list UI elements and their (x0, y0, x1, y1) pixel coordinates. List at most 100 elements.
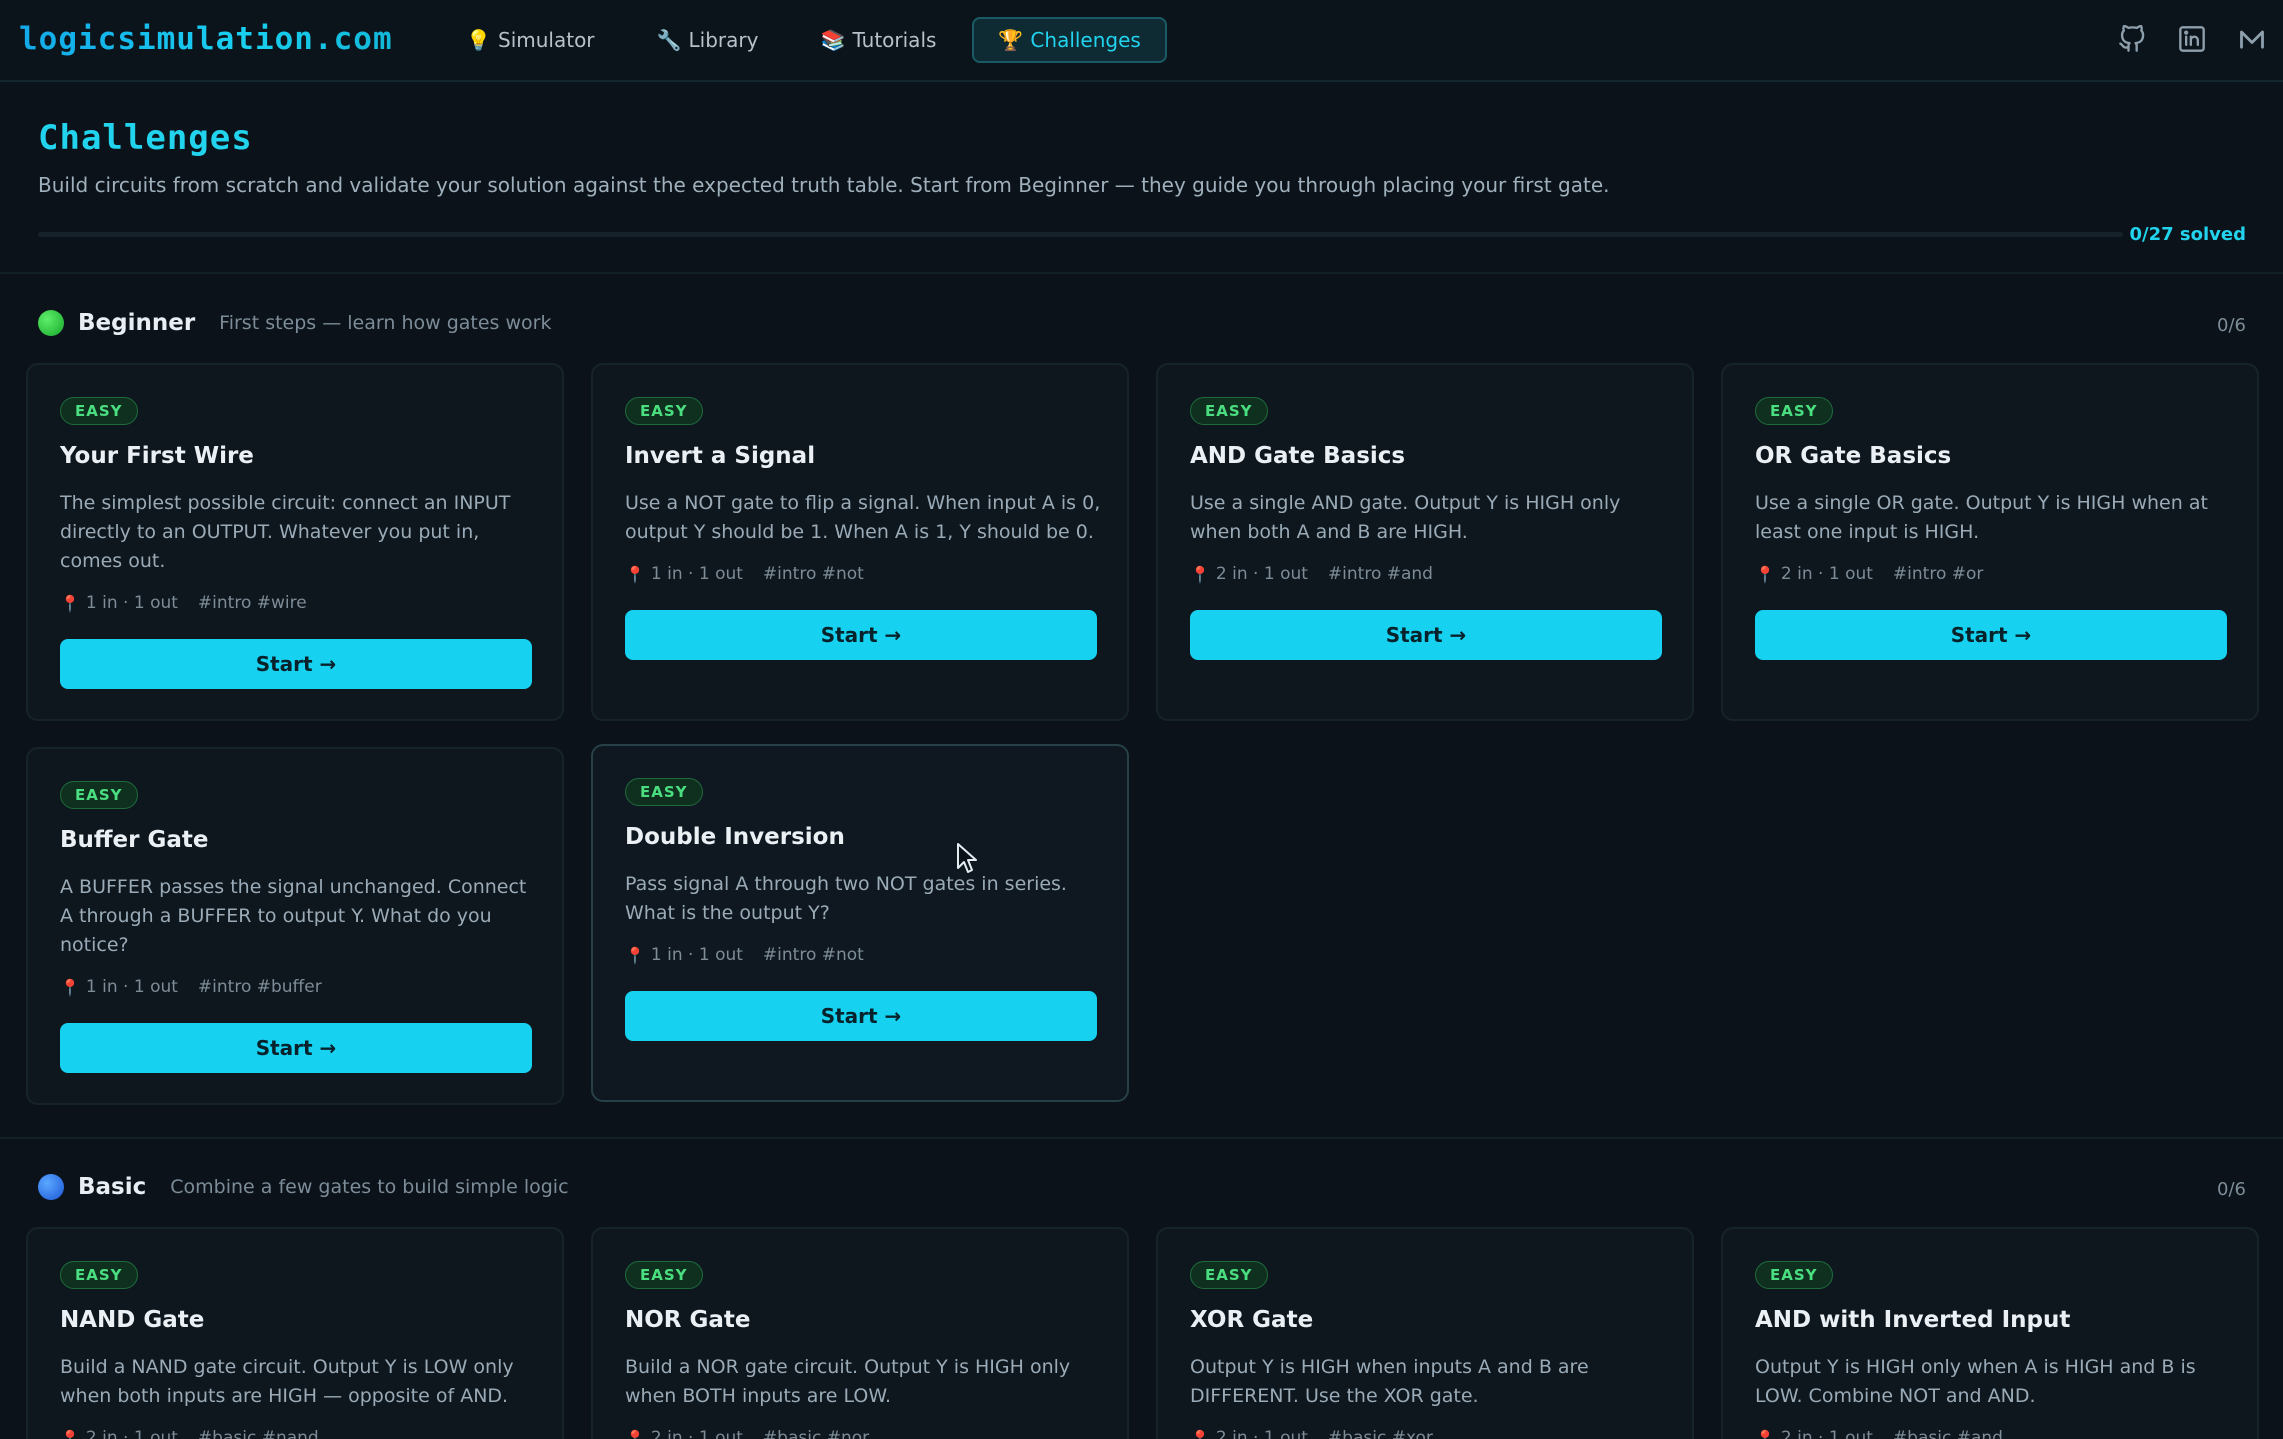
challenge-meta: 📍 1 in · 1 out #intro #buffer (60, 977, 322, 997)
main-nav: 💡 Simulator 🔧 Library 📚 Tutorials 🏆 Chal… (440, 17, 1167, 63)
pin-icon: 📍 (1190, 1428, 1210, 1439)
io-count: 1 in · 1 out (85, 977, 178, 997)
blue-dot-icon (38, 1174, 64, 1200)
challenge-description: A BUFFER passes the signal unchanged. Co… (60, 876, 527, 956)
challenge-card: EASY AND with Inverted Input Output Y is… (1721, 1227, 2259, 1439)
start-button[interactable]: Start → (1755, 610, 2227, 660)
start-button[interactable]: Start → (60, 1023, 532, 1073)
challenge-card: EASY Double Inversion Pass signal A thro… (591, 744, 1129, 1102)
challenge-meta: 📍 1 in · 1 out #intro #wire (60, 593, 307, 613)
challenge-tags: #intro #or (1892, 564, 1984, 584)
challenge-tags: #basic #and (1892, 1428, 2003, 1439)
pin-icon: 📍 (60, 1428, 80, 1439)
start-button[interactable]: Start → (625, 610, 1097, 660)
nav-simulator[interactable]: 💡 Simulator (440, 17, 621, 63)
pin-icon: 📍 (625, 564, 645, 584)
green-dot-icon (38, 310, 64, 336)
pin-icon: 📍 (60, 977, 80, 997)
challenge-description: Build a NAND gate circuit. Output Y is L… (60, 1356, 514, 1407)
linkedin-icon[interactable] (2177, 24, 2207, 54)
challenge-meta: 📍 1 in · 1 out #intro #not (625, 945, 864, 965)
io-count: 2 in · 1 out (1780, 1428, 1873, 1439)
challenge-card: EASY NOR Gate Build a NOR gate circuit. … (591, 1227, 1129, 1439)
difficulty-badge: EASY (1190, 1261, 1268, 1289)
challenge-tags: #intro #buffer (197, 977, 322, 997)
section-name: Basic (78, 1174, 147, 1200)
nav-label: Challenges (1030, 28, 1141, 52)
challenge-card: EASY Buffer Gate A BUFFER passes the sig… (26, 747, 564, 1105)
progress-label: 0/27 solved (2129, 224, 2247, 245)
challenge-tags: #intro #not (762, 564, 864, 584)
difficulty-badge: EASY (1755, 1261, 1833, 1289)
start-button[interactable]: Start → (1190, 610, 1662, 660)
challenge-meta: 📍 2 in · 1 out #intro #or (1755, 564, 1983, 584)
difficulty-badge: EASY (625, 397, 703, 425)
challenge-meta: 📍 2 in · 1 out #intro #and (1190, 564, 1433, 584)
nav-label: Tutorials (852, 28, 937, 52)
challenge-tags: #basic #xor (1327, 1428, 1433, 1439)
difficulty-badge: EASY (60, 397, 138, 425)
challenge-description: Use a NOT gate to flip a signal. When in… (625, 492, 1101, 543)
header-divider (0, 272, 2283, 274)
nav-challenges[interactable]: 🏆 Challenges (972, 17, 1167, 63)
challenge-tags: #basic #nand (197, 1428, 319, 1439)
mouse-cursor-icon (957, 843, 977, 873)
challenge-title: NOR Gate (625, 1307, 751, 1333)
challenge-title: AND with Inverted Input (1755, 1307, 2071, 1333)
trophy-icon: 🏆 (998, 28, 1024, 52)
challenge-card: EASY OR Gate Basics Use a single OR gate… (1721, 363, 2259, 721)
io-count: 1 in · 1 out (650, 564, 743, 584)
challenge-description: The simplest possible circuit: connect a… (60, 492, 511, 572)
wrench-icon: 🔧 (656, 28, 682, 52)
challenge-description: Output Y is HIGH only when A is HIGH and… (1755, 1356, 2196, 1407)
books-icon: 📚 (820, 28, 846, 52)
challenge-title: NAND Gate (60, 1307, 205, 1333)
lightbulb-icon: 💡 (466, 28, 491, 52)
challenge-title: XOR Gate (1190, 1307, 1314, 1333)
io-count: 1 in · 1 out (85, 593, 178, 613)
section-subtitle: First steps — learn how gates work (219, 312, 552, 334)
io-count: 1 in · 1 out (650, 945, 743, 965)
challenge-meta: 📍 2 in · 1 out #basic #nand (60, 1428, 319, 1439)
challenge-description: Use a single AND gate. Output Y is HIGH … (1190, 492, 1621, 543)
challenge-description: Build a NOR gate circuit. Output Y is HI… (625, 1356, 1071, 1407)
site-logo[interactable]: logicsimulation.com (19, 21, 393, 57)
challenge-card: EASY XOR Gate Output Y is HIGH when inpu… (1156, 1227, 1694, 1439)
github-icon[interactable] (2117, 24, 2147, 54)
section-subtitle: Combine a few gates to build simple logi… (170, 1176, 569, 1198)
section-basic-header: Basic Combine a few gates to build simpl… (38, 1174, 569, 1200)
nav-label: Simulator (498, 28, 595, 52)
top-nav-bar: logicsimulation.com 💡 Simulator 🔧 Librar… (0, 0, 2283, 82)
pin-icon: 📍 (60, 593, 80, 613)
start-button[interactable]: Start → (60, 639, 532, 689)
section-count: 0/6 (2217, 1179, 2246, 1200)
difficulty-badge: EASY (60, 1261, 138, 1289)
difficulty-badge: EASY (1190, 397, 1268, 425)
challenge-title: Buffer Gate (60, 827, 209, 853)
page-description: Build circuits from scratch and validate… (38, 173, 1610, 197)
pin-icon: 📍 (1755, 1428, 1775, 1439)
challenge-description: Use a single OR gate. Output Y is HIGH w… (1755, 492, 2208, 543)
nav-tutorials[interactable]: 📚 Tutorials (794, 17, 962, 63)
challenge-title: Invert a Signal (625, 443, 816, 469)
challenge-title: OR Gate Basics (1755, 443, 1952, 469)
challenge-card: EASY NAND Gate Build a NAND gate circuit… (26, 1227, 564, 1439)
io-count: 2 in · 1 out (650, 1428, 743, 1439)
io-count: 2 in · 1 out (1215, 1428, 1308, 1439)
io-count: 2 in · 1 out (1780, 564, 1873, 584)
challenge-card: EASY Invert a Signal Use a NOT gate to f… (591, 363, 1129, 721)
challenge-tags: #basic #nor (762, 1428, 870, 1439)
challenge-tags: #intro #and (1327, 564, 1433, 584)
challenge-description: Pass signal A through two NOT gates in s… (625, 873, 1067, 924)
pin-icon: 📍 (625, 1428, 645, 1439)
challenge-meta: 📍 2 in · 1 out #basic #nor (625, 1428, 869, 1439)
challenge-tags: #intro #not (762, 945, 864, 965)
medium-icon[interactable] (2237, 24, 2267, 54)
io-count: 2 in · 1 out (85, 1428, 178, 1439)
section-divider (0, 1137, 2283, 1139)
nav-library[interactable]: 🔧 Library (631, 17, 785, 63)
challenge-meta: 📍 2 in · 1 out #basic #xor (1190, 1428, 1433, 1439)
start-button[interactable]: Start → (625, 991, 1097, 1041)
challenge-description: Output Y is HIGH when inputs A and B are… (1190, 1356, 1589, 1407)
challenge-tags: #intro #wire (197, 593, 307, 613)
